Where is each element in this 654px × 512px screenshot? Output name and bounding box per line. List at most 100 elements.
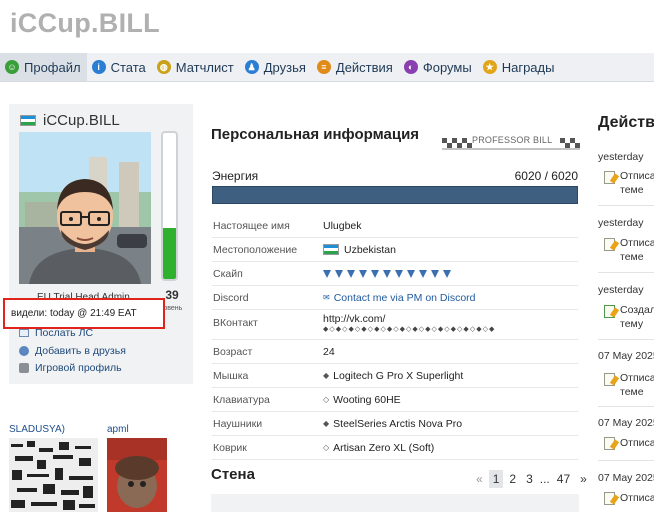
table-row: Возраст 24 xyxy=(212,340,578,364)
edit-note-icon xyxy=(604,437,615,450)
send-pm-link[interactable]: Послать ЛС xyxy=(19,327,93,339)
skype-redacted-icon xyxy=(323,269,451,278)
add-friend-link[interactable]: Добавить в друзья xyxy=(19,345,126,357)
activity-title: Действия xyxy=(598,114,654,131)
action-label: Игровой профиль xyxy=(35,362,122,374)
tab-label: Матчлист xyxy=(175,59,234,75)
friend-name[interactable]: apml xyxy=(107,424,129,435)
table-row: ВКонтакт http://vk.com/ ◆◇◆◇◆◇◆◇◆◇◆◇◆◇◆◇… xyxy=(212,310,578,340)
table-row: Клавиатура ◇ Wooting 60HE xyxy=(212,388,578,412)
mail-icon: ✉ xyxy=(323,293,330,302)
vk-redacted-icon: ◆◇◆◇◆◇◆◇◆◇◆◇◆◇◆◇◆◇◆◇◆◇◆◇◆◇◆ xyxy=(323,326,496,333)
mousepad-value: ◇ Artisan Zero XL (Soft) xyxy=(323,442,434,454)
feed-text[interactable]: Отписался xyxy=(620,436,654,450)
info-label: Discord xyxy=(213,291,249,304)
feed-separator xyxy=(598,406,654,407)
activity-icon: ≡ xyxy=(316,60,331,74)
avatar xyxy=(19,132,151,284)
username-row: iCCup.BILL xyxy=(20,112,120,129)
profile-icon: ☺ xyxy=(5,60,19,74)
pager-ellipsis: ... xyxy=(539,472,550,486)
info-value: Ulugbek xyxy=(323,219,362,232)
pager-prev[interactable]: « xyxy=(472,470,487,488)
edit-note-icon xyxy=(604,171,615,184)
personal-info-title: Персональная информация xyxy=(211,126,420,143)
profile-card: iCCup.BILL 39 уровень EU Trial Head Ad xyxy=(9,104,193,384)
professor-banner: PROFESSOR BILL xyxy=(442,128,580,150)
feed-date: yesterday xyxy=(598,284,644,296)
edit-note-icon xyxy=(604,373,615,386)
tab-awards[interactable]: ★ Награды xyxy=(478,53,561,81)
level-fill xyxy=(163,227,176,279)
edit-note-icon xyxy=(604,238,615,251)
info-table: Настоящее имя Ulugbek Местоположение Uzb… xyxy=(212,214,578,460)
info-value: Uzbekistan xyxy=(344,243,396,256)
bullet-icon: ◆ xyxy=(323,371,330,380)
tab-label: Стата xyxy=(110,59,146,75)
info-label: Клавиатура xyxy=(213,393,270,406)
pager-page[interactable]: 3 xyxy=(522,470,537,488)
table-row: Настоящее имя Ulugbek xyxy=(212,214,578,238)
energy-value: 6020 / 6020 xyxy=(514,169,578,183)
pager-page[interactable]: 47 xyxy=(553,470,574,488)
info-label: ВКонтакт xyxy=(213,317,258,329)
feed-separator xyxy=(598,205,654,206)
feed-text: тему xyxy=(620,318,644,330)
edit-note-icon xyxy=(604,492,615,505)
wall-post-area xyxy=(211,494,579,512)
tab-label: Награды xyxy=(501,59,555,75)
tab-forums[interactable]: ◐ Форумы xyxy=(399,53,478,81)
feed-text[interactable]: Создал xyxy=(620,303,654,317)
award-icon: ★ xyxy=(482,60,497,74)
info-label: Мышка xyxy=(213,369,249,382)
friend-avatar[interactable] xyxy=(107,438,167,512)
discord-value[interactable]: ✉ Contact me via PM on Discord xyxy=(323,292,476,304)
feed-text[interactable]: Отписался xyxy=(620,371,654,385)
feed-text[interactable]: Отписался xyxy=(620,236,654,250)
bullet-icon: ◇ xyxy=(323,443,330,452)
keyboard-value: ◇ Wooting 60HE xyxy=(323,394,401,406)
action-label: Добавить в друзья xyxy=(35,345,126,357)
feed-date: 07 May 2025 xyxy=(598,350,654,362)
table-row: Мышка ◆ Logitech G Pro X Superlight xyxy=(212,364,578,388)
activity-feed: Действия yesterday Отписался теме yester… xyxy=(598,114,654,512)
feed-separator xyxy=(598,460,654,461)
add-friend-icon xyxy=(19,346,29,356)
discord-link[interactable]: Contact me via PM on Discord xyxy=(334,292,476,304)
info-label: Настоящее имя xyxy=(213,219,290,232)
uzbekistan-flag-icon xyxy=(20,115,36,126)
tab-friends[interactable]: ♟ Друзья xyxy=(240,53,312,81)
tab-activity[interactable]: ≡ Действия xyxy=(312,53,399,81)
feed-text[interactable]: Отписался xyxy=(620,169,654,183)
table-row: Коврик ◇ Artisan Zero XL (Soft) xyxy=(212,436,578,460)
feed-text[interactable]: Отписался xyxy=(620,491,654,505)
vk-value[interactable]: http://vk.com/ ◆◇◆◇◆◇◆◇◆◇◆◇◆◇◆◇◆◇◆◇◆◇◆◇◆… xyxy=(323,313,495,333)
table-row: Местоположение Uzbekistan xyxy=(212,238,578,262)
level-bar xyxy=(161,131,178,281)
last-seen-status: видели: today @ 21:49 EAT xyxy=(3,298,165,329)
pager-next[interactable]: » xyxy=(576,470,591,488)
wall-pager: « 1 2 3 ... 47 » xyxy=(472,470,593,488)
info-value: Logitech G Pro X Superlight xyxy=(333,369,464,382)
pager-page[interactable]: 1 xyxy=(488,470,504,488)
table-row: Наушники ◆ SteelSeries Arctis Nova Pro xyxy=(212,412,578,436)
game-profile-link[interactable]: Игровой профиль xyxy=(19,362,122,374)
message-icon xyxy=(19,329,29,337)
friends-icon: ♟ xyxy=(244,60,259,74)
location-value: Uzbekistan xyxy=(323,244,396,256)
friend-name[interactable]: SLADUSYA) xyxy=(9,424,65,435)
table-row: Discord ✉ Contact me via PM on Discord xyxy=(212,286,578,310)
info-value: Wooting 60HE xyxy=(333,393,401,406)
bullet-icon: ◇ xyxy=(323,395,330,404)
feed-text: теме xyxy=(620,251,644,263)
banner-text: PROFESSOR BILL xyxy=(472,135,553,145)
tab-matchlist[interactable]: ◍ Матчлист xyxy=(152,53,240,81)
tab-profile[interactable]: ☺ Профайл xyxy=(0,53,87,81)
friend-avatar[interactable] xyxy=(9,438,98,512)
vk-link[interactable]: http://vk.com/ xyxy=(323,313,385,325)
mouse-value: ◆ Logitech G Pro X Superlight xyxy=(323,370,463,382)
headset-value: ◆ SteelSeries Arctis Nova Pro xyxy=(323,418,462,430)
globe-icon: ◍ xyxy=(156,60,171,74)
tab-stats[interactable]: i Стата xyxy=(87,53,152,81)
pager-page[interactable]: 2 xyxy=(505,470,520,488)
